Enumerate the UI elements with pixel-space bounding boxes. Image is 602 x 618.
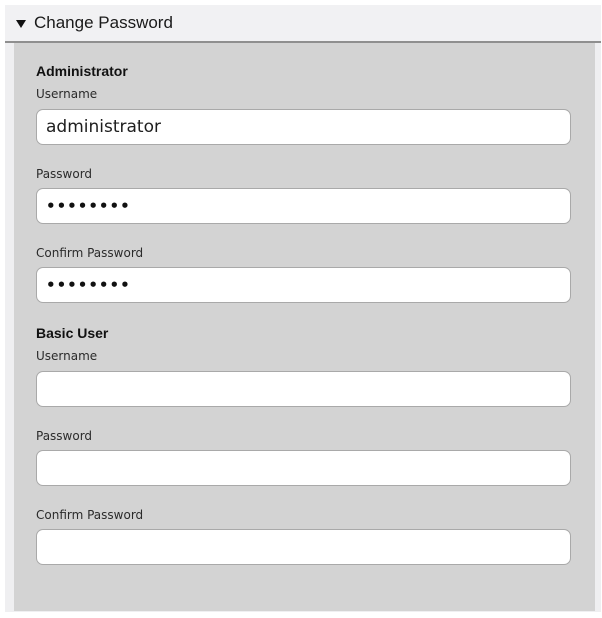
triangle-down-icon: [16, 19, 26, 28]
administrator-heading: Administrator: [36, 63, 128, 79]
basic-confirm-password-label: Confirm Password: [36, 508, 144, 522]
basic-user-heading: Basic User: [36, 325, 109, 341]
change-password-panel: Change Password Administrator Username a…: [5, 5, 601, 612]
admin-username-label: Username: [36, 87, 98, 101]
admin-password-mask: ••••••••: [46, 197, 131, 215]
admin-username-field[interactable]: administrator: [36, 109, 571, 145]
admin-password-field[interactable]: ••••••••: [36, 188, 571, 224]
basic-username-label: Username: [36, 349, 98, 363]
admin-confirm-password-mask: ••••••••: [46, 276, 131, 294]
basic-username-field[interactable]: [36, 371, 571, 407]
change-password-form: Administrator Username administrator Pas…: [14, 43, 595, 611]
panel-title: Change Password: [34, 13, 173, 32]
admin-confirm-password-field[interactable]: ••••••••: [36, 267, 571, 303]
basic-password-label: Password: [36, 429, 93, 443]
change-password-toggle[interactable]: Change Password: [5, 5, 601, 43]
admin-password-label: Password: [36, 167, 93, 181]
admin-confirm-password-label: Confirm Password: [36, 246, 144, 260]
basic-confirm-password-field[interactable]: [36, 529, 571, 565]
admin-username-value: administrator: [46, 117, 161, 137]
basic-password-field[interactable]: [36, 450, 571, 486]
